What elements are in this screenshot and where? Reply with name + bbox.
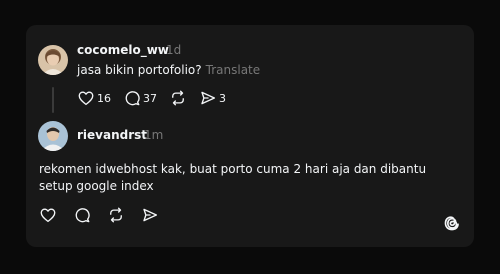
comment-count: 37: [143, 91, 157, 105]
thread-line: [52, 87, 54, 113]
avatar-photo-icon: [38, 121, 68, 151]
reply-username[interactable]: rievandrst: [77, 128, 147, 142]
thread-card: cocomelo_ww 1d jasa bikin portofolio? Tra…: [26, 25, 474, 247]
comment-icon: [75, 208, 90, 223]
post-actions: 16 37 3: [77, 88, 226, 108]
reply-author-avatar[interactable]: [38, 121, 68, 151]
threads-logo-icon[interactable]: [442, 213, 462, 233]
post-timestamp: 1d: [166, 43, 182, 57]
post-username[interactable]: cocomelo_ww: [77, 43, 169, 57]
reply-body: rekomen idwebhost kak, buat porto cuma 2…: [39, 162, 427, 193]
translate-link[interactable]: Translate: [206, 63, 261, 77]
repost-button[interactable]: [169, 89, 187, 107]
avatar-photo-icon: [38, 45, 68, 75]
post-author-avatar[interactable]: [38, 45, 68, 75]
like-count: 16: [97, 91, 111, 105]
comment-button[interactable]: 37: [123, 89, 157, 107]
post-body: jasa bikin portofolio?: [77, 63, 202, 77]
heart-icon: [40, 208, 56, 223]
reply-timestamp: 1m: [144, 128, 164, 142]
send-icon: [201, 91, 216, 105]
heart-icon: [78, 91, 94, 106]
reply-comment-button[interactable]: [73, 206, 91, 224]
reply-like-button[interactable]: [39, 206, 57, 224]
send-icon: [143, 208, 158, 222]
repost-icon: [110, 207, 122, 223]
repost-icon: [172, 90, 184, 106]
post-text: jasa bikin portofolio? Translate: [77, 63, 260, 77]
share-count: 3: [219, 91, 226, 105]
share-button[interactable]: 3: [199, 89, 226, 107]
reply-share-button[interactable]: [141, 206, 159, 224]
comment-icon: [125, 91, 140, 106]
like-button[interactable]: 16: [77, 89, 111, 107]
reply-actions: [39, 205, 159, 225]
reply-repost-button[interactable]: [107, 206, 125, 224]
